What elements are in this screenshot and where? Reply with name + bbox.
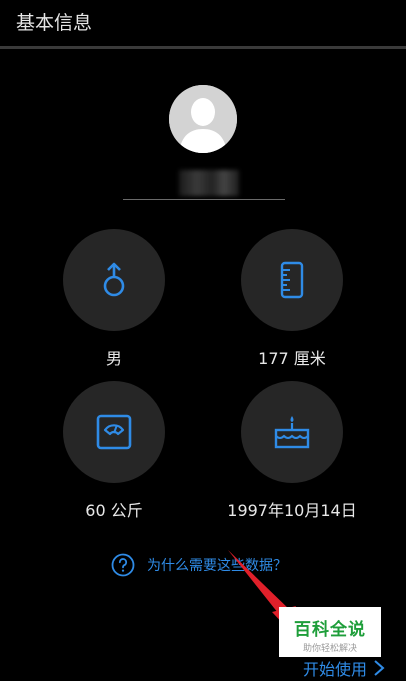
watermark-subtitle: 助你轻松解决	[302, 644, 357, 654]
start-button[interactable]: 开始使用	[303, 656, 385, 680]
watermark-logo: 百科全说 助你轻松解决	[279, 607, 381, 657]
annotation-arrow-icon	[228, 550, 296, 628]
watermark-title: 百科全说	[294, 620, 366, 640]
chevron-right-icon	[374, 660, 385, 676]
start-button-label: 开始使用	[303, 660, 368, 679]
